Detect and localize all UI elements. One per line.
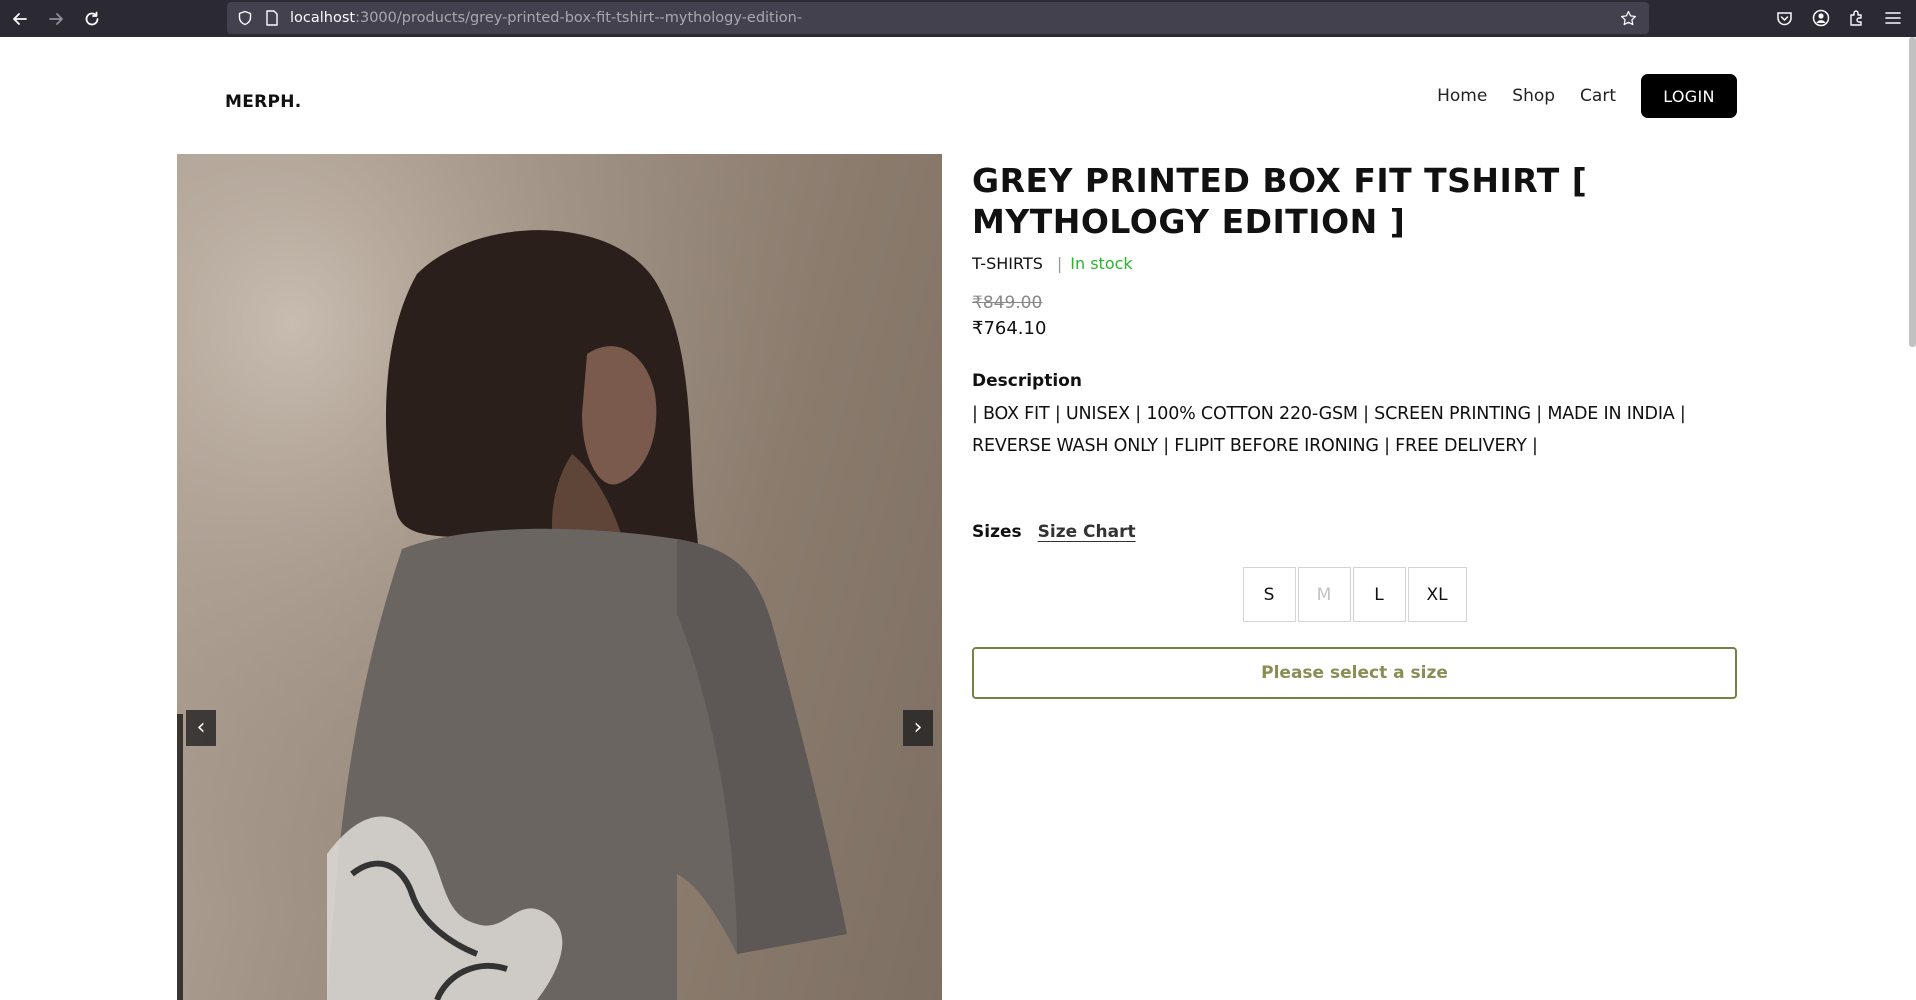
page-scrollbar[interactable] bbox=[1909, 37, 1916, 347]
size-selector: S M L XL bbox=[972, 567, 1737, 622]
product-title: GREY PRINTED BOX FIT TSHIRT [ MYTHOLOGY … bbox=[972, 161, 1588, 241]
size-option-l[interactable]: L bbox=[1352, 567, 1406, 622]
product-info: GREY PRINTED BOX FIT TSHIRT [ MYTHOLOGY … bbox=[972, 160, 1737, 699]
nav-home-link[interactable]: Home bbox=[1437, 86, 1487, 106]
add-to-cart-button[interactable]: Please select a size bbox=[972, 647, 1737, 699]
reload-icon[interactable] bbox=[78, 5, 106, 33]
stock-status: In stock bbox=[1070, 254, 1133, 273]
forward-arrow-icon[interactable] bbox=[42, 5, 70, 33]
extensions-icon[interactable] bbox=[1847, 8, 1867, 28]
url-path: :3000/products/grey-printed-box-fit-tshi… bbox=[355, 10, 803, 26]
url-host: localhost bbox=[290, 10, 356, 26]
back-arrow-icon[interactable] bbox=[6, 5, 34, 33]
account-icon[interactable] bbox=[1811, 8, 1831, 28]
sizes-row: Sizes Size Chart bbox=[972, 522, 1737, 542]
pocket-icon[interactable] bbox=[1774, 8, 1794, 28]
site-logo[interactable]: MERPH. bbox=[225, 92, 302, 112]
description-heading: Description bbox=[972, 371, 1082, 391]
product-photo bbox=[177, 154, 942, 1000]
url-text[interactable]: localhost:3000/products/grey-printed-box… bbox=[290, 2, 802, 34]
carousel-next-button[interactable]: › bbox=[903, 710, 933, 746]
size-option-xl[interactable]: XL bbox=[1407, 567, 1467, 622]
meta-separator: | bbox=[1056, 254, 1063, 273]
page-icon[interactable] bbox=[263, 9, 281, 27]
main-nav: Home Shop Cart LOGIN bbox=[1437, 74, 1737, 118]
address-bar[interactable]: localhost:3000/products/grey-printed-box… bbox=[227, 2, 1649, 34]
login-button[interactable]: LOGIN bbox=[1641, 74, 1737, 118]
sale-price: ₹764.10 bbox=[972, 318, 1047, 339]
size-chart-link[interactable]: Size Chart bbox=[1038, 522, 1136, 542]
size-option-m: M bbox=[1297, 567, 1351, 622]
star-icon[interactable] bbox=[1619, 9, 1637, 27]
product-image-carousel[interactable]: ‹ › bbox=[177, 154, 942, 1000]
carousel-prev-button[interactable]: ‹ bbox=[186, 710, 216, 746]
product-meta: T-SHIRTS | In stock bbox=[972, 254, 1737, 273]
sizes-label: Sizes bbox=[972, 522, 1022, 542]
nav-cart-link[interactable]: Cart bbox=[1580, 86, 1616, 106]
size-option-s[interactable]: S bbox=[1242, 567, 1296, 622]
shield-icon[interactable] bbox=[236, 9, 254, 27]
original-price: ₹849.00 bbox=[972, 293, 1043, 313]
product-category[interactable]: T-SHIRTS bbox=[972, 254, 1043, 273]
description-text: | BOX FIT | UNISEX | 100% COTTON 220-GSM… bbox=[972, 404, 1686, 456]
browser-toolbar: localhost:3000/products/grey-printed-box… bbox=[0, 0, 1916, 37]
menu-icon[interactable] bbox=[1883, 8, 1903, 28]
nav-shop-link[interactable]: Shop bbox=[1512, 86, 1555, 106]
